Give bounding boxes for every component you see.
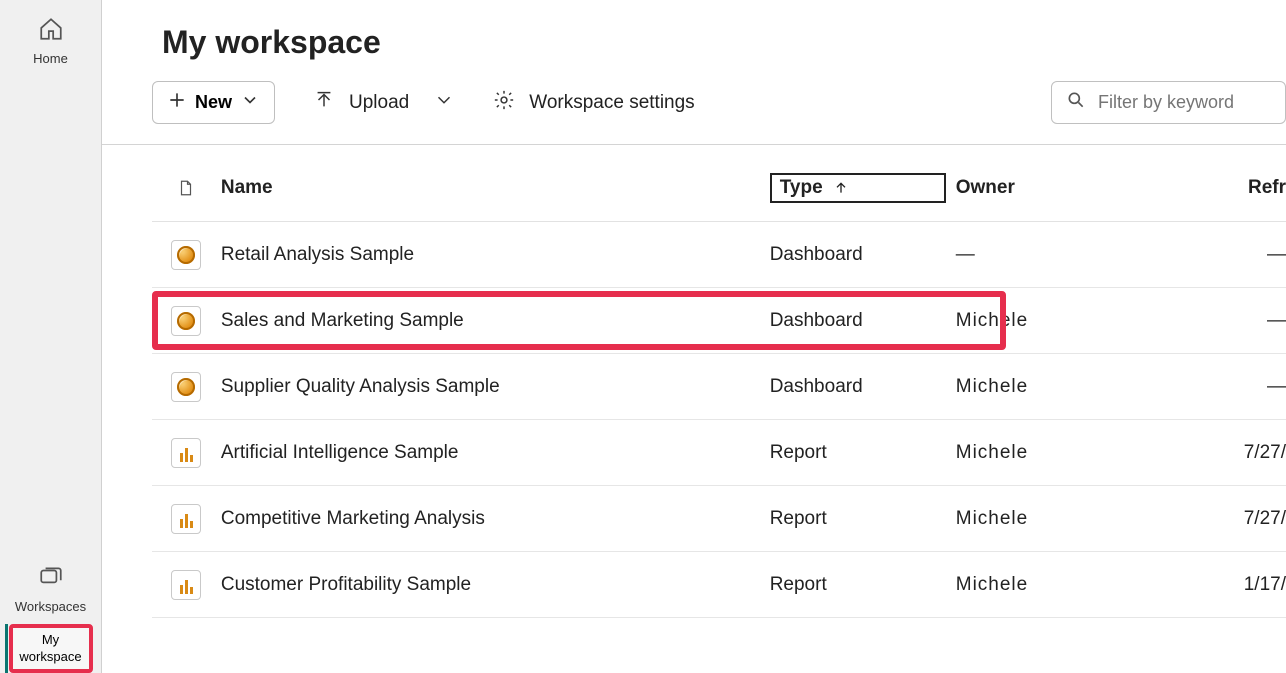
search-icon	[1066, 90, 1086, 115]
dashboard-icon	[171, 306, 201, 336]
upload-button[interactable]: Upload	[313, 89, 455, 117]
row-icon-cell	[152, 438, 221, 468]
row-owner: —	[956, 244, 1137, 266]
chevron-down-icon	[433, 89, 455, 117]
sidebar-workspaces-label: Workspaces	[15, 599, 86, 614]
workspace-settings-button[interactable]: Workspace settings	[493, 89, 694, 117]
row-refreshed: 7/27/	[1137, 442, 1286, 464]
sidebar-item-home[interactable]: Home	[0, 10, 101, 76]
type-header-label: Type	[780, 177, 823, 199]
row-refreshed: —	[1137, 310, 1286, 332]
row-name[interactable]: Competitive Marketing Analysis	[221, 508, 770, 530]
sidebar-my-workspace-label: My workspace	[19, 632, 81, 665]
row-refreshed: —	[1137, 244, 1286, 266]
sidebar-item-workspaces[interactable]: Workspaces	[0, 558, 101, 624]
filter-input[interactable]	[1098, 92, 1258, 113]
row-name[interactable]: Supplier Quality Analysis Sample	[221, 376, 770, 398]
dashboard-icon	[171, 372, 201, 402]
content-table: Name Type Owner Refr Retail Analysis Sam…	[102, 145, 1286, 618]
table-header-row: Name Type Owner Refr	[152, 145, 1286, 222]
column-header-name[interactable]: Name	[221, 177, 770, 199]
settings-label: Workspace settings	[529, 92, 694, 114]
row-type: Dashboard	[770, 376, 956, 398]
report-icon	[171, 570, 201, 600]
row-icon-cell	[152, 240, 221, 270]
table-row[interactable]: Competitive Marketing AnalysisReportMich…	[152, 486, 1286, 552]
column-header-refreshed[interactable]: Refr	[1137, 177, 1286, 199]
row-owner: Michele	[956, 376, 1137, 398]
row-type: Dashboard	[770, 310, 956, 332]
column-header-type[interactable]: Type	[770, 173, 956, 203]
sort-asc-icon	[833, 180, 849, 196]
sidebar-home-label: Home	[33, 51, 68, 66]
table-row[interactable]: Sales and Marketing SampleDashboardMiche…	[152, 288, 1286, 354]
row-icon-cell	[152, 306, 221, 336]
row-icon-cell	[152, 372, 221, 402]
new-button[interactable]: New	[152, 81, 275, 124]
row-name[interactable]: Sales and Marketing Sample	[221, 310, 770, 332]
row-owner: Michele	[956, 310, 1137, 332]
home-icon	[38, 16, 64, 47]
toolbar: New Upload Workspace settings	[102, 73, 1286, 145]
main-content: My workspace New Upload Workspace settin…	[102, 0, 1286, 673]
row-refreshed: 7/27/	[1137, 508, 1286, 530]
row-refreshed: —	[1137, 376, 1286, 398]
dashboard-icon	[171, 240, 201, 270]
table-row[interactable]: Artificial Intelligence SampleReportMich…	[152, 420, 1286, 486]
table-row[interactable]: Retail Analysis SampleDashboard——	[152, 222, 1286, 288]
row-type: Dashboard	[770, 244, 956, 266]
row-icon-cell	[152, 570, 221, 600]
report-icon	[171, 504, 201, 534]
header: My workspace	[102, 0, 1286, 73]
column-header-icon	[152, 177, 221, 199]
filter-input-container[interactable]	[1051, 81, 1286, 124]
row-owner: Michele	[956, 442, 1137, 464]
row-type: Report	[770, 442, 956, 464]
page-title: My workspace	[162, 24, 1286, 61]
row-type: Report	[770, 508, 956, 530]
new-button-label: New	[195, 92, 232, 113]
row-name[interactable]: Customer Profitability Sample	[221, 574, 770, 596]
table-row[interactable]: Supplier Quality Analysis SampleDashboar…	[152, 354, 1286, 420]
row-type: Report	[770, 574, 956, 596]
sidebar: Home Workspaces My workspace	[0, 0, 102, 673]
row-owner: Michele	[956, 574, 1137, 596]
table-row[interactable]: Customer Profitability SampleReportMiche…	[152, 552, 1286, 618]
row-name[interactable]: Retail Analysis Sample	[221, 244, 770, 266]
file-icon	[177, 177, 195, 199]
column-header-owner[interactable]: Owner	[956, 177, 1137, 199]
chevron-down-icon	[240, 90, 260, 115]
row-refreshed: 1/17/	[1137, 574, 1286, 596]
row-icon-cell	[152, 504, 221, 534]
workspaces-icon	[38, 564, 64, 595]
upload-icon	[313, 89, 335, 117]
report-icon	[171, 438, 201, 468]
upload-label: Upload	[349, 92, 409, 114]
sidebar-item-my-workspace[interactable]: My workspace	[9, 624, 93, 673]
row-owner: Michele	[956, 508, 1137, 530]
row-name[interactable]: Artificial Intelligence Sample	[221, 442, 770, 464]
gear-icon	[493, 89, 515, 117]
plus-icon	[167, 90, 187, 115]
